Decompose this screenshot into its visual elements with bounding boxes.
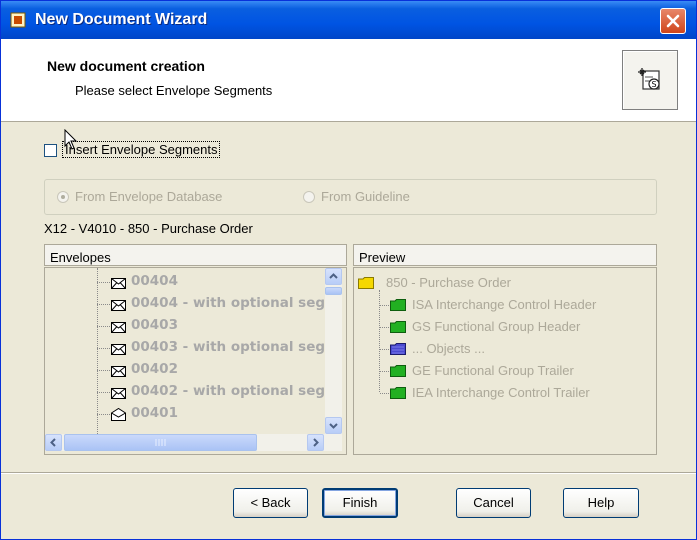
svg-text:S: S — [652, 80, 657, 89]
finish-button[interactable]: Finish — [322, 488, 398, 518]
document-context-label: X12 - V4010 - 850 - Purchase Order — [44, 221, 253, 236]
preview-header[interactable]: Preview — [353, 244, 657, 266]
insert-envelope-checkbox[interactable] — [44, 144, 57, 157]
envelopes-horizontal-scrollbar[interactable] — [45, 434, 342, 451]
preview-item-label: GS Functional Group Header — [412, 319, 581, 334]
radio-guideline[interactable] — [303, 191, 315, 203]
envelope-label: 00403 — [131, 317, 178, 333]
grip-icon — [155, 439, 166, 446]
scroll-right-button[interactable] — [307, 434, 324, 451]
chevron-right-icon — [313, 438, 319, 447]
envelope-icon — [111, 344, 126, 355]
preview-item-label: IEA Interchange Control Trailer — [412, 385, 590, 400]
document-wizard-icon — [10, 12, 26, 28]
envelope-icon — [111, 300, 126, 311]
chevron-up-icon — [329, 273, 338, 279]
envelope-icon — [111, 388, 126, 399]
chevron-down-icon — [329, 423, 338, 429]
insert-envelope-label[interactable]: Insert Envelope Segments — [61, 141, 221, 158]
scroll-down-button[interactable] — [325, 417, 342, 434]
envelope-label: 00404 — [131, 273, 178, 289]
wizard-window: New Document Wizard New document creatio… — [0, 0, 697, 540]
chevron-left-icon — [50, 438, 56, 447]
preview-tree[interactable]: 850 - Purchase Order ISA Interchange Con… — [353, 267, 657, 455]
help-button[interactable]: Help — [563, 488, 639, 518]
mouse-cursor-icon — [64, 129, 78, 150]
envelope-label: 00402 — [131, 361, 178, 377]
yellow-folder-icon — [358, 277, 374, 289]
scroll-left-button[interactable] — [45, 434, 62, 451]
footer-separator — [1, 472, 696, 474]
horizontal-scroll-thumb[interactable] — [64, 434, 257, 451]
envelopes-header[interactable]: Envelopes — [44, 244, 347, 266]
green-folder-icon — [390, 387, 406, 399]
green-folder-icon — [390, 299, 406, 311]
preview-root-label: 850 - Purchase Order — [386, 275, 512, 290]
blue-folder-icon — [390, 343, 406, 355]
scroll-up-button[interactable] — [325, 268, 342, 285]
vertical-scroll-thumb[interactable] — [325, 287, 342, 295]
envelope-icon — [111, 278, 126, 289]
source-group-box: From Envelope Database From Guideline — [44, 179, 657, 215]
back-button[interactable]: < Back — [233, 488, 308, 518]
close-icon — [666, 14, 680, 28]
envelopes-vertical-scrollbar[interactable] — [325, 268, 342, 434]
wizard-header: New document creation Please select Enve… — [1, 39, 696, 122]
page-title: New document creation — [47, 58, 205, 74]
preview-item-label: ... Objects ... — [412, 341, 485, 356]
envelope-icon — [111, 366, 126, 377]
envelope-label: 00403 - with optional seg — [131, 339, 326, 355]
radio-guideline-label[interactable]: From Guideline — [321, 189, 410, 204]
preview-item-label: ISA Interchange Control Header — [412, 297, 597, 312]
green-folder-icon — [390, 321, 406, 333]
page-subtitle: Please select Envelope Segments — [75, 83, 273, 98]
preview-item-label: GE Functional Group Trailer — [412, 363, 574, 378]
cancel-button[interactable]: Cancel — [456, 488, 531, 518]
radio-envelope-database-label[interactable]: From Envelope Database — [75, 189, 222, 204]
close-button[interactable] — [660, 8, 686, 34]
green-folder-icon — [390, 365, 406, 377]
envelope-icon — [111, 322, 126, 333]
open-envelope-icon — [111, 408, 126, 421]
radio-envelope-database[interactable] — [57, 191, 69, 203]
envelope-label: 00402 - with optional seg — [131, 383, 326, 399]
window-title: New Document Wizard — [35, 11, 208, 28]
new-document-s-icon: S — [622, 50, 678, 110]
envelope-label: 00401 — [131, 405, 178, 421]
envelopes-tree[interactable]: 00404 00404 - with optional seg 00403 00… — [44, 267, 347, 455]
envelope-label: 00404 - with optional seg — [131, 295, 326, 311]
title-bar[interactable]: New Document Wizard — [1, 1, 696, 39]
